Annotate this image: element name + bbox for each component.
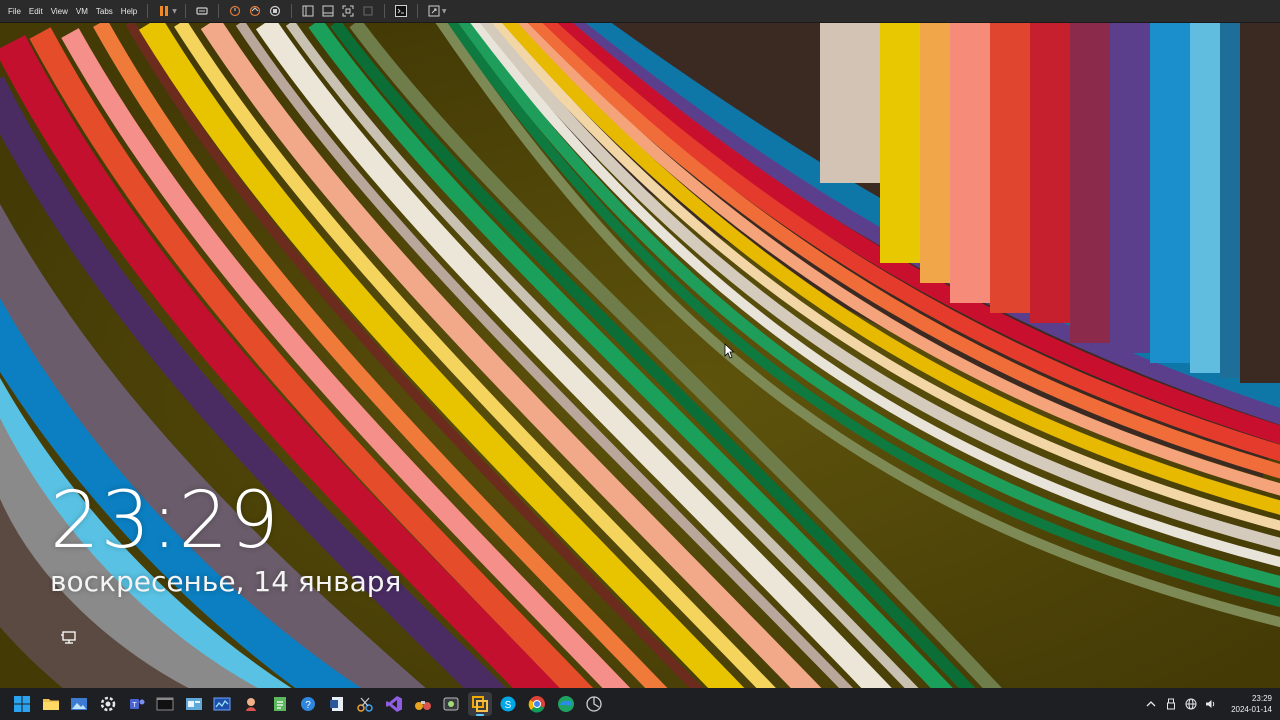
network-icon[interactable] [60,630,78,646]
vmware-icon[interactable] [467,692,492,716]
settings-icon[interactable] [96,692,120,716]
terminal-icon[interactable] [153,692,177,716]
edge-icon[interactable] [554,692,578,716]
start-icon[interactable] [10,692,34,716]
toolbar-separator [147,4,149,18]
mouse-cursor-icon [724,343,734,359]
menu-tabs[interactable]: Tabs [92,7,117,16]
lock-screen[interactable]: 23:29 воскресенье, 14 января [0,23,1280,688]
toolbar-separator [217,4,219,18]
lock-screen-date: воскресенье, 14 января [50,565,402,598]
toolbar-separator [290,4,292,18]
stretch-dropdown-icon[interactable]: ▼ [442,8,447,15]
binoculars-icon[interactable] [411,692,435,716]
network-icon[interactable] [1184,697,1198,711]
vm-toolbar: File Edit View VM Tabs Help ▼ ▼ [0,0,1280,23]
menu-file[interactable]: File [4,7,25,16]
skype-icon[interactable]: S [496,692,520,716]
toolbar-separator [416,4,418,18]
svg-text:?: ? [305,700,311,711]
xbox-icon[interactable] [439,692,463,716]
help-icon[interactable]: ? [296,692,320,716]
usb-icon[interactable] [1164,697,1178,711]
word-icon[interactable] [325,692,349,716]
paint-icon[interactable] [239,692,263,716]
send-ctrl-alt-del-icon[interactable] [195,4,209,18]
control-panel-icon[interactable] [182,692,206,716]
photos-icon[interactable] [67,692,91,716]
system-icon[interactable] [582,692,606,716]
taskbar-date: 2024-01-14 [1231,705,1272,714]
fullscreen-icon[interactable] [341,4,355,18]
volume-icon[interactable] [1204,697,1218,711]
pause-icon[interactable] [157,4,171,18]
svg-text:S: S [505,700,512,711]
chrome-icon[interactable] [525,692,549,716]
system-tray: 23:29 2024-01-14 [1141,688,1272,720]
notepad-icon[interactable] [268,692,292,716]
menu-vm[interactable]: VM [72,7,92,16]
console-view-icon[interactable] [321,4,335,18]
snapshot-manager-icon[interactable] [268,4,282,18]
toolbar-separator [184,4,186,18]
snapshot-icon[interactable] [228,4,242,18]
unity-icon[interactable] [361,4,375,18]
library-icon[interactable] [301,4,315,18]
lock-screen-info: 23:29 воскресенье, 14 января [50,481,401,599]
visual-studio-icon[interactable] [382,692,406,716]
taskbar-clock[interactable]: 23:29 2024-01-14 [1231,693,1272,715]
chevron-up-icon[interactable] [1144,697,1158,711]
pause-dropdown-icon[interactable]: ▼ [172,8,177,15]
task-manager-icon[interactable] [210,692,234,716]
toolbar-separator [383,4,385,18]
revert-snapshot-icon[interactable] [248,4,262,18]
file-explorer-icon[interactable] [39,692,63,716]
stretch-icon[interactable] [427,4,441,18]
teams-icon[interactable]: T [125,692,149,716]
taskbar: T ? S 23:29 2024-01-14 [0,688,1280,720]
terminal-icon[interactable] [394,4,408,18]
snipping-icon[interactable] [353,692,377,716]
svg-text:T: T [132,702,137,709]
vm-menu-bar: File Edit View VM Tabs Help [4,7,141,16]
menu-view[interactable]: View [47,7,72,16]
menu-edit[interactable]: Edit [25,7,47,16]
menu-help[interactable]: Help [117,7,141,16]
lock-screen-time: 23:29 [50,476,280,566]
taskbar-time: 23:29 [1251,694,1272,703]
